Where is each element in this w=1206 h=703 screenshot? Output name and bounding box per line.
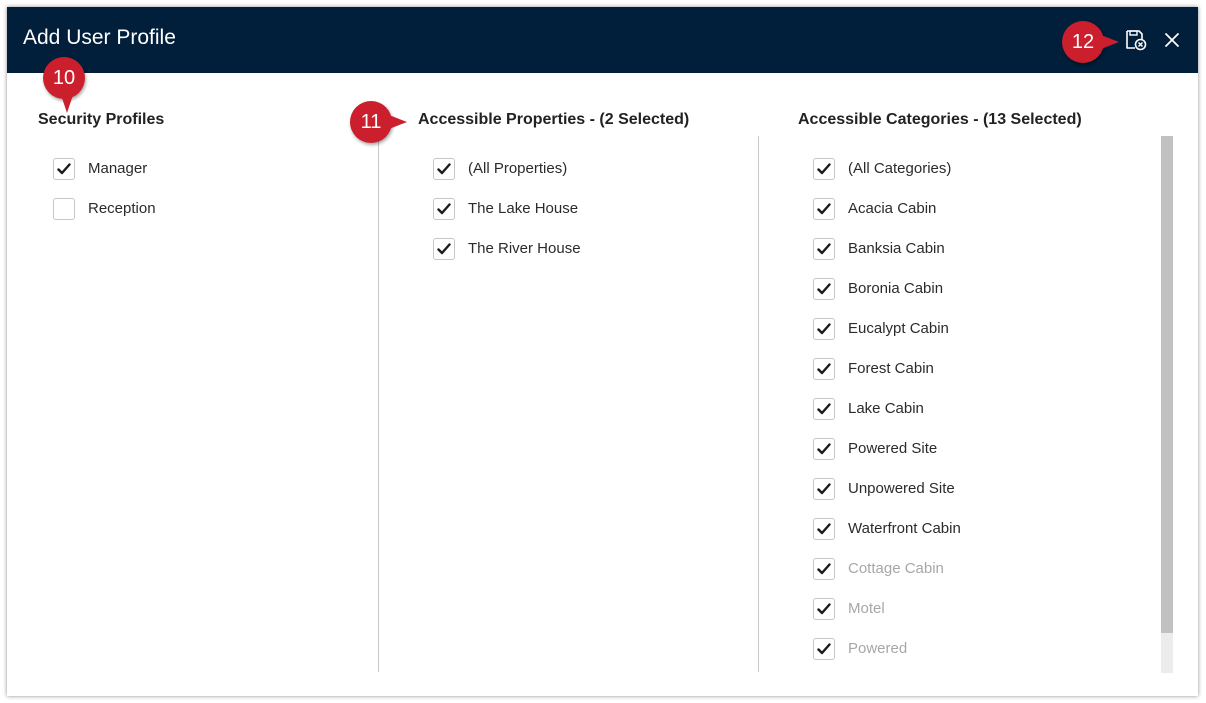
category-option[interactable]: Unpowered Site xyxy=(813,469,961,509)
checkbox[interactable] xyxy=(813,278,835,300)
callout-pointer xyxy=(1101,35,1119,49)
callout-badge: 12 xyxy=(1062,21,1104,63)
accessible-properties-heading: Accessible Properties - (2 Selected) xyxy=(418,111,690,128)
checkmark-icon xyxy=(817,363,831,375)
checkbox[interactable] xyxy=(813,238,835,260)
checkmark-icon xyxy=(817,523,831,535)
callout-badge: 10 xyxy=(43,57,85,99)
checkmark-icon xyxy=(437,203,451,215)
close-icon xyxy=(1165,33,1179,47)
checkmark-icon xyxy=(817,283,831,295)
checkmark-icon xyxy=(437,163,451,175)
save-and-close-button[interactable] xyxy=(1123,27,1149,53)
category-label: Waterfront Cabin xyxy=(848,520,961,537)
accessible-categories-list: (All Categories) Acacia Cabin Banksia Cabi… xyxy=(813,149,961,669)
property-option[interactable]: (All Properties) xyxy=(433,149,581,189)
checkmark-icon xyxy=(437,243,451,255)
checkbox[interactable] xyxy=(813,158,835,180)
column-divider xyxy=(378,136,379,672)
checkmark-icon xyxy=(817,203,831,215)
checkbox[interactable] xyxy=(813,638,835,660)
security-profile-label: Reception xyxy=(88,200,156,217)
category-label: Forest Cabin xyxy=(848,360,934,377)
property-label: The Lake House xyxy=(468,200,579,217)
category-option[interactable]: Eucalypt Cabin xyxy=(813,309,961,349)
callout-badge: 11 xyxy=(350,101,392,143)
category-option[interactable]: Motel xyxy=(813,589,961,629)
checkbox[interactable] xyxy=(813,438,835,460)
checkbox[interactable] xyxy=(433,158,455,180)
accessible-categories-heading: Accessible Categories - (13 Selected) xyxy=(798,111,1082,128)
checkbox[interactable] xyxy=(813,358,835,380)
checkbox[interactable] xyxy=(53,198,75,220)
category-label: Powered xyxy=(848,640,908,657)
category-option[interactable]: Acacia Cabin xyxy=(813,189,961,229)
category-label: Powered Site xyxy=(848,440,938,457)
category-option[interactable]: Powered xyxy=(813,629,961,669)
checkmark-icon xyxy=(817,643,831,655)
scrollbar-thumb[interactable] xyxy=(1161,136,1173,633)
category-label: Boronia Cabin xyxy=(848,280,944,297)
category-option[interactable]: Banksia Cabin xyxy=(813,229,961,269)
category-label: Banksia Cabin xyxy=(848,240,945,257)
add-user-profile-dialog: Add User Profile Security Profiles Manag… xyxy=(7,7,1198,696)
checkmark-icon xyxy=(817,443,831,455)
checkbox[interactable] xyxy=(813,598,835,620)
checkmark-icon xyxy=(817,323,831,335)
category-label: Lake Cabin xyxy=(848,400,924,417)
checkbox[interactable] xyxy=(813,518,835,540)
category-option[interactable]: Boronia Cabin xyxy=(813,269,961,309)
category-option[interactable]: Waterfront Cabin xyxy=(813,509,961,549)
dialog-header: Add User Profile xyxy=(7,7,1198,73)
property-label: The River House xyxy=(468,240,581,257)
checkmark-icon xyxy=(817,243,831,255)
checkmark-icon xyxy=(817,403,831,415)
property-option[interactable]: The River House xyxy=(433,229,581,269)
security-profiles-heading: Security Profiles xyxy=(38,111,165,128)
checkbox[interactable] xyxy=(53,158,75,180)
callout-pointer xyxy=(61,95,73,113)
checkbox[interactable] xyxy=(813,398,835,420)
category-option[interactable]: Cottage Cabin xyxy=(813,549,961,589)
category-label: Cottage Cabin xyxy=(848,560,944,577)
category-option[interactable]: (All Categories) xyxy=(813,149,961,189)
security-profile-label: Manager xyxy=(88,160,148,177)
security-profile-option[interactable]: Manager xyxy=(53,149,156,189)
save-and-close-icon xyxy=(1126,30,1147,51)
checkmark-icon xyxy=(817,603,831,615)
accessible-properties-list: (All Properties) The Lake House The River … xyxy=(433,149,581,269)
checkbox[interactable] xyxy=(433,198,455,220)
checkbox[interactable] xyxy=(813,198,835,220)
security-profile-option[interactable]: Reception xyxy=(53,189,156,229)
dialog-title: Add User Profile xyxy=(23,26,176,49)
checkmark-icon xyxy=(57,163,71,175)
category-label: Eucalypt Cabin xyxy=(848,320,949,337)
checkbox[interactable] xyxy=(813,478,835,500)
column-divider xyxy=(758,136,759,672)
checkmark-icon xyxy=(817,163,831,175)
property-option[interactable]: The Lake House xyxy=(433,189,581,229)
category-label: Acacia Cabin xyxy=(848,200,937,217)
checkbox[interactable] xyxy=(813,558,835,580)
category-option[interactable]: Forest Cabin xyxy=(813,349,961,389)
checkbox[interactable] xyxy=(433,238,455,260)
checkmark-icon xyxy=(817,563,831,575)
category-label: Motel xyxy=(848,600,885,617)
checkbox[interactable] xyxy=(813,318,835,340)
security-profiles-list: Manager Reception xyxy=(53,149,156,229)
callout-pointer xyxy=(389,115,407,129)
category-label: Unpowered Site xyxy=(848,480,955,497)
checkmark-icon xyxy=(817,483,831,495)
category-option[interactable]: Powered Site xyxy=(813,429,961,469)
property-label: (All Properties) xyxy=(468,160,568,177)
category-label: (All Categories) xyxy=(848,160,952,177)
category-option[interactable]: Lake Cabin xyxy=(813,389,961,429)
close-button[interactable] xyxy=(1159,27,1185,53)
categories-scrollbar[interactable] xyxy=(1161,136,1173,673)
